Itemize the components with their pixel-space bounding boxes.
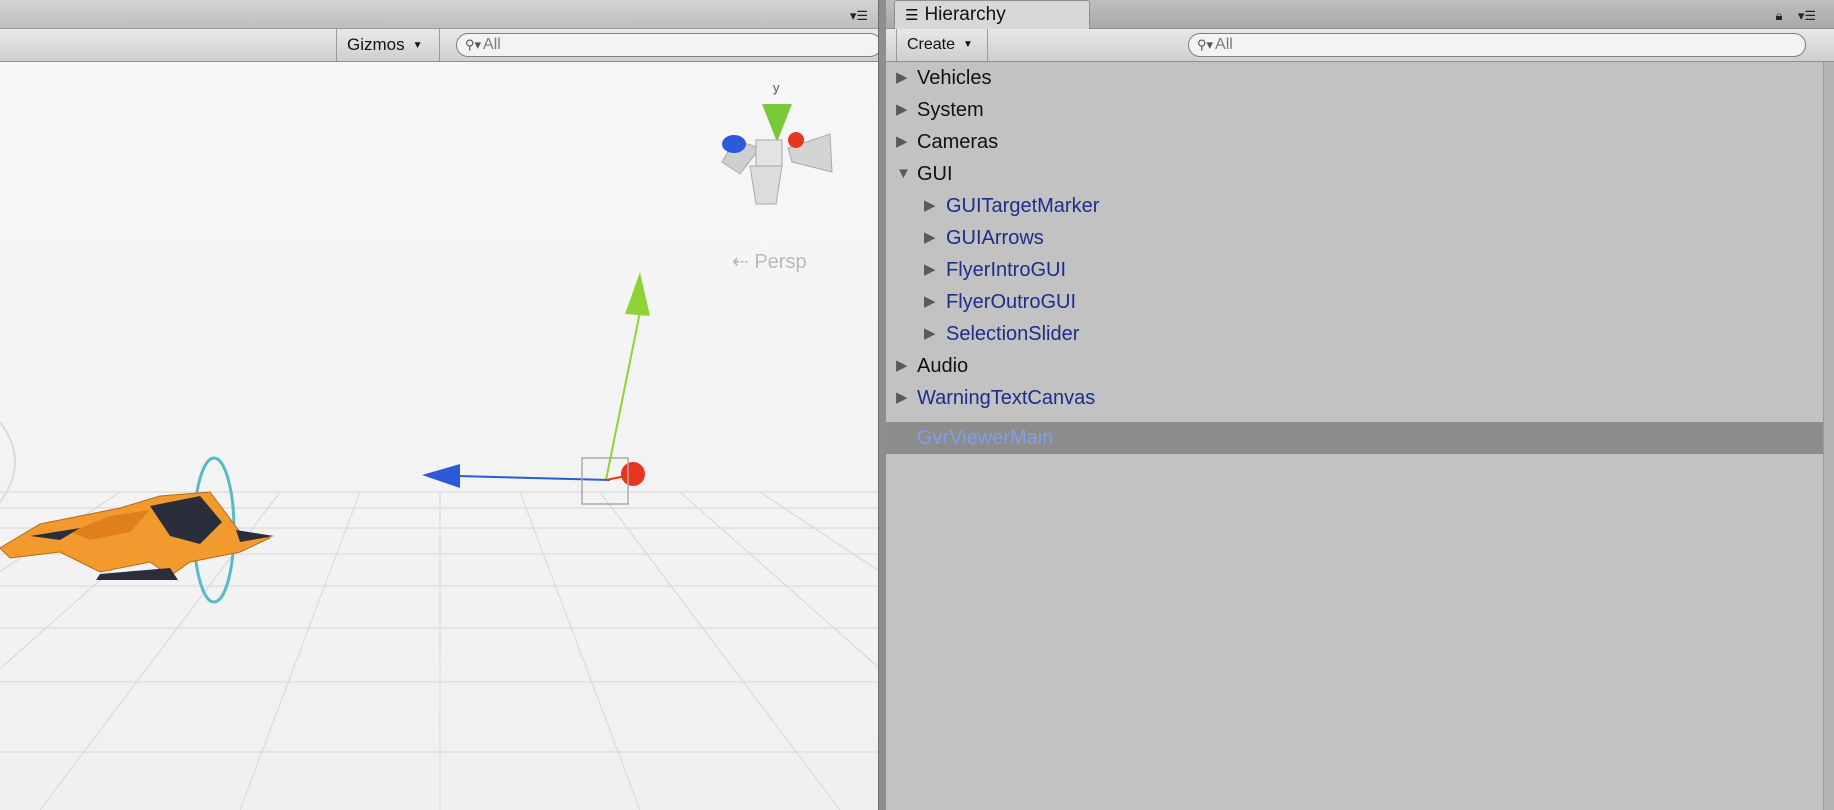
create-dropdown[interactable]: Create ▼: [896, 29, 988, 61]
hierarchy-tree: ▶ Vehicles ▶ System ▶ Cameras ▼ GUI ▶ GU…: [886, 62, 1834, 810]
gizmo-z-cone-icon[interactable]: [722, 135, 746, 153]
tree-item-guitargetmarker[interactable]: ▶ GUITargetMarker: [886, 190, 1826, 222]
hierarchy-toolbar: Create ▼ ⚲▾ All: [886, 29, 1834, 62]
tree-item-label: Cameras: [917, 131, 999, 153]
tree-item-flyerintrogui[interactable]: ▶ FlyerIntroGUI: [886, 254, 1826, 286]
tree-item-label: FlyerIntroGUI: [946, 259, 1067, 281]
expand-arrow-icon[interactable]: ▶: [896, 382, 914, 414]
scene-search-placeholder: All: [483, 36, 501, 53]
hierarchy-scrollbar[interactable]: [1823, 62, 1834, 810]
gizmo-x-cone-icon[interactable]: [788, 132, 804, 148]
expand-arrow-icon[interactable]: ▶: [896, 350, 914, 382]
scene-viewport[interactable]: y ⇠ Persp: [0, 62, 880, 810]
expand-arrow-icon[interactable]: ▶: [924, 286, 942, 318]
expand-arrow-icon[interactable]: ▶: [924, 318, 942, 350]
persp-label[interactable]: ⇠ Persp: [732, 251, 807, 273]
tree-item-label: Vehicles: [917, 67, 992, 89]
gizmo-ny-cone-icon[interactable]: [749, 165, 783, 205]
tree-item-system[interactable]: ▶ System: [886, 94, 1826, 126]
tree-item-label: GUIArrows: [946, 227, 1044, 249]
hierarchy-tab-label: Hierarchy: [924, 4, 1006, 25]
expand-arrow-icon[interactable]: ▶: [896, 94, 914, 126]
panel-menu-icon[interactable]: ▾☰: [848, 8, 870, 24]
hierarchy-search-placeholder: All: [1215, 36, 1233, 53]
search-icon: ⚲▾: [1197, 37, 1214, 52]
panel-menu-icon[interactable]: ▾☰: [1796, 8, 1818, 24]
gizmo-y-label: y: [773, 80, 780, 95]
create-label: Create: [907, 36, 956, 53]
tree-item-warningtextcanvas[interactable]: ▶ WarningTextCanvas: [886, 382, 1826, 414]
tree-item-gui[interactable]: ▼ GUI: [886, 158, 1826, 190]
tree-item-label: GUITargetMarker: [946, 195, 1100, 217]
search-icon: ⚲▾: [465, 37, 482, 52]
gizmos-label: Gizmos: [347, 35, 405, 54]
lock-icon[interactable]: 🔒︎: [1768, 8, 1790, 24]
gizmos-dropdown[interactable]: Gizmos ▼: [336, 29, 440, 61]
hierarchy-panel: ☰ Hierarchy 🔒︎ ▾☰ Create ▼ ⚲▾ All ▶ Vehicle…: [886, 0, 1834, 810]
tree-item-label: WarningTextCanvas: [917, 387, 1096, 409]
tree-item-label: SelectionSlider: [946, 323, 1080, 345]
tree-item-gvrviewermain[interactable]: GvrViewerMain: [886, 422, 1826, 454]
tree-item-cameras[interactable]: ▶ Cameras: [886, 126, 1826, 158]
tree-item-vehicles[interactable]: ▶ Vehicles: [886, 62, 1826, 94]
expand-arrow-icon[interactable]: ▶: [924, 190, 942, 222]
scene-tab-bar: ▾☰: [0, 0, 880, 29]
expand-arrow-icon[interactable]: ▶: [896, 62, 914, 94]
expand-arrow-icon[interactable]: ▶: [896, 126, 914, 158]
persp-text: Persp: [754, 251, 806, 273]
tree-item-audio[interactable]: ▶ Audio: [886, 350, 1826, 382]
tree-item-selectionslider[interactable]: ▶ SelectionSlider: [886, 318, 1826, 350]
hierarchy-tab-bar: ☰ Hierarchy 🔒︎ ▾☰: [886, 0, 1834, 29]
collapse-arrow-icon[interactable]: ▼: [896, 158, 914, 190]
tree-item-guiarrows[interactable]: ▶ GUIArrows: [886, 222, 1826, 254]
gizmo-center-cube-icon[interactable]: [755, 139, 783, 167]
expand-arrow-icon[interactable]: ▶: [924, 222, 942, 254]
tree-item-label: GUI: [917, 163, 953, 185]
tree-item-label: GvrViewerMain: [917, 427, 1054, 449]
tree-item-flyeroutrogui[interactable]: ▶ FlyerOutroGUI: [886, 286, 1826, 318]
dropdown-caret-icon: ▼: [412, 40, 423, 51]
x-axis-handle-icon[interactable]: [621, 462, 645, 486]
scene-search-input[interactable]: ⚲▾ All: [456, 33, 880, 57]
tree-item-label: FlyerOutroGUI: [946, 291, 1077, 313]
persp-arrow-icon: ⇠: [732, 251, 754, 273]
scene-toolbar: Gizmos ▼ ⚲▾ All: [0, 29, 880, 62]
tree-item-label: Audio: [917, 355, 969, 377]
dropdown-caret-icon: ▼: [963, 39, 973, 50]
hierarchy-list-icon: ☰: [905, 7, 919, 24]
scene-view-panel: ▾☰ Gizmos ▼ ⚲▾ All y ⇠ Persp: [0, 0, 880, 810]
hierarchy-search-input[interactable]: ⚲▾ All: [1188, 33, 1806, 57]
tree-item-label: System: [917, 99, 984, 121]
scene-canvas[interactable]: y ⇠ Persp: [0, 62, 880, 810]
expand-arrow-icon[interactable]: ▶: [924, 254, 942, 286]
tab-hierarchy[interactable]: ☰ Hierarchy: [894, 0, 1090, 29]
